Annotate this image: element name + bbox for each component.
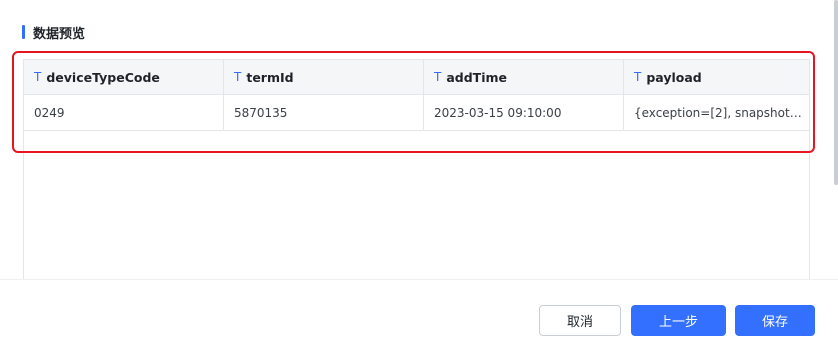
table-cell: 5870135	[224, 95, 424, 130]
table-header-row: T deviceTypeCode T termId T addTime T pa…	[24, 60, 809, 95]
column-header-termid[interactable]: T termId	[224, 60, 424, 94]
table-cell: 0249	[24, 95, 224, 130]
save-button[interactable]: 保存	[735, 305, 815, 336]
cancel-button[interactable]: 取消	[539, 305, 621, 336]
table-row[interactable]: 0249 5870135 2023-03-15 09:10:00 {except…	[24, 95, 809, 131]
table-cell: {exception=[2], snapshots=[{...	[624, 95, 811, 130]
section-title: 数据预览	[33, 26, 86, 42]
text-type-icon: T	[434, 70, 442, 84]
column-header-devicetypecode[interactable]: T deviceTypeCode	[24, 60, 224, 94]
data-preview-page: 数据预览 T deviceTypeCode T termId T addTime…	[0, 0, 838, 360]
text-type-icon: T	[634, 70, 642, 84]
column-header-addtime[interactable]: T addTime	[424, 60, 624, 94]
section-accent-bar	[22, 25, 25, 39]
column-header-label: addTime	[446, 69, 507, 85]
text-type-icon: T	[234, 70, 242, 84]
column-header-label: payload	[646, 69, 702, 85]
data-preview-table: T deviceTypeCode T termId T addTime T pa…	[23, 59, 810, 289]
column-header-label: termId	[246, 69, 294, 85]
section-header: 数据预览	[22, 24, 86, 42]
previous-step-button[interactable]: 上一步	[631, 305, 726, 336]
text-type-icon: T	[34, 70, 42, 84]
table-cell: 2023-03-15 09:10:00	[424, 95, 624, 130]
vertical-scrollbar[interactable]	[834, 0, 838, 185]
column-header-label: deviceTypeCode	[46, 69, 160, 85]
column-header-payload[interactable]: T payload	[624, 60, 811, 94]
table-cell-text: {exception=[2], snapshots=[{...	[634, 105, 806, 120]
